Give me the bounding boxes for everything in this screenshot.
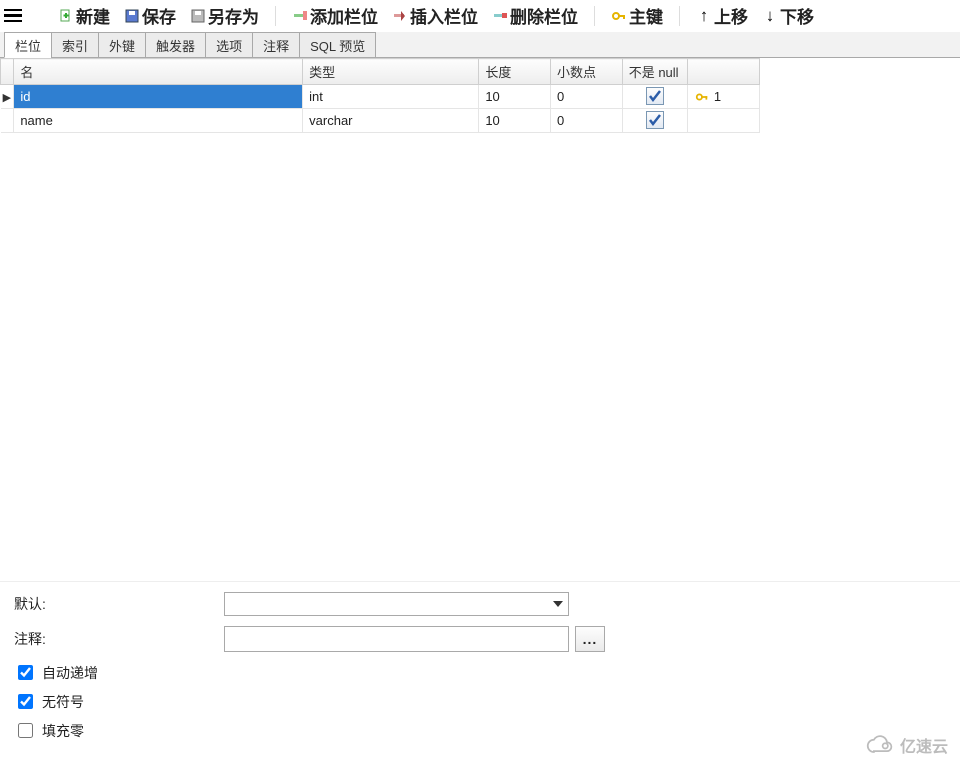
tab-foreign-keys[interactable]: 外键	[98, 32, 146, 58]
cell-length[interactable]: 10	[479, 85, 551, 109]
save-label: 保存	[142, 3, 176, 28]
cell-length[interactable]: 10	[479, 109, 551, 133]
key-icon	[694, 90, 710, 104]
add-field-button[interactable]: 添加栏位	[286, 1, 384, 30]
cell-key[interactable]: 1	[688, 85, 760, 109]
move-up-label: 上移	[714, 3, 748, 28]
delete-field-label: 删除栏位	[510, 3, 578, 28]
row-marker	[1, 109, 14, 133]
auto-increment-label[interactable]: 自动递增	[42, 663, 98, 683]
zerofill-label[interactable]: 填充零	[42, 721, 84, 741]
col-name[interactable]: 名	[14, 59, 303, 85]
delete-field-icon	[492, 8, 508, 24]
key-icon	[611, 8, 627, 24]
watermark: 亿速云	[866, 733, 948, 757]
checkmark-icon	[646, 111, 664, 129]
new-label: 新建	[76, 3, 110, 28]
tab-comment[interactable]: 注释	[252, 32, 300, 58]
col-not-null[interactable]: 不是 null	[622, 59, 688, 85]
fields-grid: 名 类型 长度 小数点 不是 null ▶idint100 1namevarch…	[0, 58, 760, 133]
cell-decimals[interactable]: 0	[551, 109, 623, 133]
cell-key[interactable]	[688, 109, 760, 133]
row-marker: ▶	[1, 85, 14, 109]
table-row[interactable]: namevarchar100	[1, 109, 760, 133]
insert-field-label: 插入栏位	[410, 3, 478, 28]
table-row[interactable]: ▶idint100 1	[1, 85, 760, 109]
cloud-icon	[866, 735, 894, 755]
save-as-button[interactable]: 另存为	[184, 1, 265, 30]
save-as-icon	[190, 8, 206, 24]
add-field-icon	[292, 8, 308, 24]
chevron-down-icon	[548, 593, 568, 615]
tab-options[interactable]: 选项	[205, 32, 253, 58]
comment-expand-button[interactable]: ...	[575, 626, 605, 652]
unsigned-checkbox[interactable]	[18, 694, 33, 709]
default-combobox[interactable]	[224, 592, 569, 616]
designer-tabs: 栏位 索引 外键 触发器 选项 注释 SQL 预览	[0, 32, 960, 58]
main-toolbar: 新建 保存 另存为 添加栏位 插入栏位 删除栏位 主键	[0, 0, 960, 32]
new-icon	[58, 8, 74, 24]
cell-name[interactable]: name	[14, 109, 303, 133]
move-up-button[interactable]: ↑ 上移	[690, 1, 754, 30]
auto-increment-checkbox[interactable]	[18, 665, 33, 680]
watermark-text: 亿速云	[900, 733, 948, 757]
cell-name[interactable]: id	[14, 85, 303, 109]
cell-type[interactable]: varchar	[303, 109, 479, 133]
cell-not-null[interactable]	[622, 85, 688, 109]
cell-type[interactable]: int	[303, 85, 479, 109]
unsigned-label[interactable]: 无符号	[42, 692, 84, 712]
field-properties-panel: 默认: 注释: ... 自动递增 无符号 填充零 亿速云	[0, 581, 960, 767]
cell-not-null[interactable]	[622, 109, 688, 133]
move-down-label: 下移	[780, 3, 814, 28]
move-down-button[interactable]: ↓ 下移	[756, 1, 820, 30]
insert-field-button[interactable]: 插入栏位	[386, 1, 484, 30]
grid-header-row: 名 类型 长度 小数点 不是 null	[1, 59, 760, 85]
comment-label: 注释:	[14, 629, 224, 649]
zerofill-checkbox[interactable]	[18, 723, 33, 738]
toolbar-separator	[594, 6, 595, 26]
toolbar-separator	[679, 6, 680, 26]
checkmark-icon	[646, 87, 664, 105]
save-as-label: 另存为	[208, 3, 259, 28]
arrow-down-icon: ↓	[762, 8, 778, 24]
comment-input[interactable]	[224, 626, 569, 652]
primary-key-button[interactable]: 主键	[605, 1, 669, 30]
tab-triggers[interactable]: 触发器	[145, 32, 206, 58]
save-icon	[124, 8, 140, 24]
tab-sql-preview[interactable]: SQL 预览	[299, 32, 376, 58]
add-field-label: 添加栏位	[310, 3, 378, 28]
menu-icon[interactable]	[4, 7, 22, 25]
cell-decimals[interactable]: 0	[551, 85, 623, 109]
save-button[interactable]: 保存	[118, 1, 182, 30]
tab-fields[interactable]: 栏位	[4, 32, 52, 58]
col-decimals[interactable]: 小数点	[551, 59, 623, 85]
arrow-up-icon: ↑	[696, 8, 712, 24]
new-button[interactable]: 新建	[52, 1, 116, 30]
tab-indexes[interactable]: 索引	[51, 32, 99, 58]
default-label: 默认:	[14, 594, 224, 614]
primary-key-label: 主键	[629, 3, 663, 28]
col-key[interactable]	[688, 59, 760, 85]
col-type[interactable]: 类型	[303, 59, 479, 85]
insert-field-icon	[392, 8, 408, 24]
key-index: 1	[714, 89, 721, 104]
col-length[interactable]: 长度	[479, 59, 551, 85]
delete-field-button[interactable]: 删除栏位	[486, 1, 584, 30]
toolbar-separator	[275, 6, 276, 26]
